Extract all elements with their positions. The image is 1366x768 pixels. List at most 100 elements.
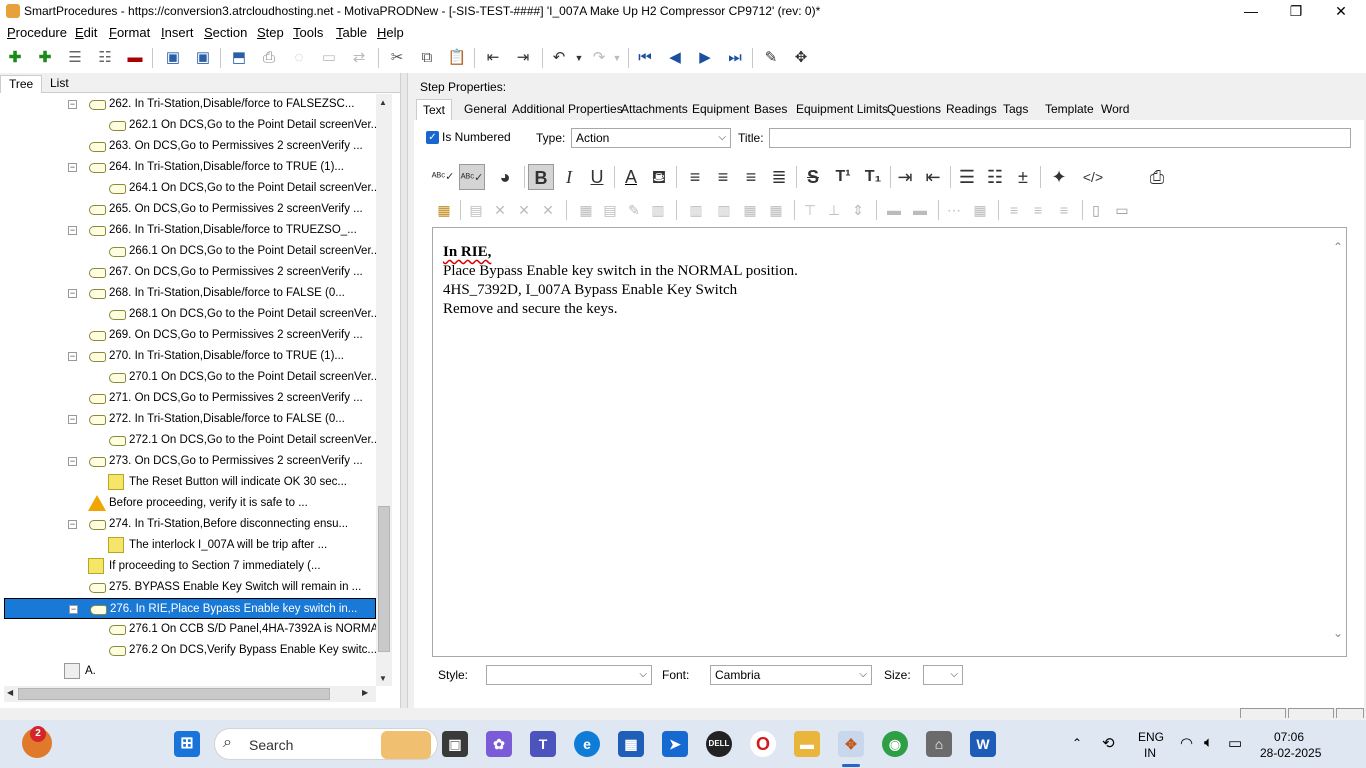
menu-section[interactable]: Section — [204, 25, 247, 40]
copy-icon[interactable]: ⧉ — [416, 47, 438, 69]
refresh-icon[interactable]: ◌ — [288, 47, 310, 69]
list-icon[interactable]: ☰ — [64, 47, 86, 69]
delete-icon[interactable]: ▬ — [124, 47, 146, 69]
auto-spellcheck-icon[interactable]: ᴬᴮᶜ✓ — [459, 164, 485, 190]
subscript-button[interactable]: T₁ — [860, 164, 886, 190]
strike-button[interactable]: S — [800, 164, 826, 190]
maximize-button[interactable]: ❐ — [1273, 0, 1319, 23]
close-button[interactable]: ✕ — [1318, 0, 1364, 23]
tab-template[interactable]: Template — [1039, 99, 1100, 120]
collapse-toggle-icon[interactable]: − — [68, 100, 77, 109]
html-source-button[interactable]: </> — [1080, 164, 1106, 190]
table-props-icon[interactable]: ▤ — [466, 200, 486, 220]
underline-button[interactable]: U — [584, 164, 610, 190]
tree-row[interactable]: 263. On DCS,Go to Permissives 2 screenVe… — [4, 136, 376, 157]
tree-row[interactable]: − 266. In Tri-Station,Disable/force to TR… — [4, 220, 376, 241]
tab-word[interactable]: Word — [1095, 99, 1135, 120]
tree-row[interactable]: A. — [4, 661, 376, 682]
outdent-icon[interactable]: ⇤ — [482, 47, 504, 69]
theme-icon[interactable]: ◕ — [492, 164, 518, 190]
title-input[interactable] — [769, 128, 1351, 148]
scroll-left-icon[interactable]: ◀ — [7, 688, 13, 697]
bold-button[interactable]: B — [528, 164, 554, 190]
collapse-toggle-icon[interactable]: − — [68, 289, 77, 298]
insert-col-left-icon[interactable]: ▥ — [686, 200, 706, 220]
indent-left-icon[interactable]: ⇤ — [920, 164, 946, 190]
indent-right-icon[interactable]: ⇥ — [892, 164, 918, 190]
edge-icon[interactable]: e — [574, 731, 600, 757]
region-code[interactable]: IN — [1144, 746, 1156, 760]
tree-row[interactable]: 276.2 On DCS,Verify Bypass Enable Key sw… — [4, 640, 376, 661]
scroll-right-icon[interactable]: ▶ — [362, 688, 368, 697]
cut-icon[interactable]: ✂ — [386, 47, 408, 69]
tab-text[interactable]: Text — [416, 99, 453, 120]
tree-row[interactable]: 265. On DCS,Go to Permissives 2 screenVe… — [4, 199, 376, 220]
is-numbered-checkbox[interactable]: ✓ — [426, 131, 439, 144]
task-view-icon[interactable]: ▣ — [442, 731, 468, 757]
add-step-icon[interactable]: ✚ — [4, 47, 26, 69]
magic-wand-icon[interactable]: ✦ — [1046, 164, 1072, 190]
file-explorer-icon[interactable]: ▬ — [794, 731, 820, 757]
store-icon[interactable]: ▦ — [618, 731, 644, 757]
print-icon[interactable]: ⎙ — [258, 47, 280, 69]
table-shade-icon[interactable]: ▬ — [910, 200, 930, 220]
tree-row[interactable]: 264.1 On DCS,Go to the Point Detail scre… — [4, 178, 376, 199]
menu-edit[interactable]: Edit — [75, 25, 97, 40]
menu-step[interactable]: Step — [257, 25, 284, 40]
tree-row[interactable]: − 264. In Tri-Station,Disable/force to TR… — [4, 157, 376, 178]
tab-list[interactable]: List — [42, 75, 77, 93]
align-left-icon[interactable]: ≡ — [682, 164, 708, 190]
print-preview-icon[interactable]: ⎙ — [1144, 164, 1170, 190]
collapse-toggle-icon[interactable]: − — [68, 415, 77, 424]
tab-general[interactable]: General — [458, 99, 513, 120]
tree-row-selected[interactable]: − 276. In RIE,Place Bypass Enable key swi… — [4, 598, 376, 619]
tree-row[interactable]: − 268. In Tri-Station,Disable/force to FA… — [4, 283, 376, 304]
paste-icon[interactable]: 📋 — [446, 47, 468, 69]
tab-questions[interactable]: Questions — [881, 99, 947, 120]
tab-additional-properties[interactable]: Additional Properties — [506, 99, 629, 120]
table-border-icon[interactable]: ▬ — [884, 200, 904, 220]
delete-col-icon[interactable]: ✕ — [538, 200, 558, 220]
delete-table-icon[interactable]: ✕ — [490, 200, 510, 220]
tree-row[interactable]: 271. On DCS,Go to Permissives 2 screenVe… — [4, 388, 376, 409]
language-code[interactable]: ENG — [1138, 730, 1164, 744]
valign-bottom-icon[interactable]: ≡ — [1054, 200, 1074, 220]
highlight-icon[interactable]: ⛾ — [646, 164, 672, 190]
cell-spacing-icon[interactable]: ⋯ — [944, 200, 964, 220]
tree-row[interactable]: − 273. On DCS,Go to Permissives 2 screenV… — [4, 451, 376, 472]
column-icon[interactable]: ▯ — [1086, 200, 1106, 220]
tab-readings[interactable]: Readings — [940, 99, 1003, 120]
teams-icon[interactable]: T — [530, 731, 556, 757]
align-center-icon[interactable]: ≡ — [710, 164, 736, 190]
chrome-icon[interactable]: ◉ — [882, 731, 908, 757]
size-select[interactable]: ⌵ — [923, 665, 963, 685]
tree-row[interactable]: − 270. In Tri-Station,Disable/force to TR… — [4, 346, 376, 367]
save-all-icon[interactable]: ▣ — [162, 47, 184, 69]
type-select[interactable]: Action ⌵ — [571, 128, 731, 148]
tree-row[interactable]: 262.1 On DCS,Go to the Point Detail scre… — [4, 115, 376, 136]
menu-format[interactable]: Format — [109, 25, 150, 40]
tree-vertical-scrollbar[interactable]: ▲ ▼ — [376, 94, 392, 686]
cell-icon[interactable]: ▦ — [576, 200, 596, 220]
tree-row[interactable]: 270.1 On DCS,Go to the Point Detail scre… — [4, 367, 376, 388]
cell-edit-icon[interactable]: ▤ — [600, 200, 620, 220]
menu-tools[interactable]: Tools — [293, 25, 323, 40]
tab-bases[interactable]: Bases — [748, 99, 793, 120]
copilot-icon[interactable]: ✿ — [486, 731, 512, 757]
spellcheck-icon[interactable]: ᴬᴮᶜ✓ — [430, 164, 456, 190]
add-substep-icon[interactable]: ✚ — [34, 47, 56, 69]
editor-scroll-up-icon[interactable]: ⌃ — [1333, 240, 1343, 255]
collapse-toggle-icon[interactable]: − — [69, 605, 78, 614]
battery-icon[interactable]: ▭ — [1228, 734, 1242, 752]
publish-icon[interactable]: ⬒ — [228, 47, 250, 69]
tree-row[interactable]: The interlock I_007A will be trip after … — [4, 535, 376, 556]
insert-table-icon[interactable]: ▦ — [434, 200, 454, 220]
next-step-icon[interactable]: ▶ — [694, 47, 716, 69]
last-step-icon[interactable]: ⏭ — [724, 47, 746, 69]
tree-row[interactable]: 275. BYPASS Enable Key Switch will remai… — [4, 577, 376, 598]
tree-row[interactable]: − 262. In Tri-Station,Disable/force to FA… — [4, 94, 376, 115]
italic-button[interactable]: I — [556, 164, 582, 190]
sync-icon[interactable]: ⇄ — [348, 47, 370, 69]
delete-row-icon[interactable]: ✕ — [514, 200, 534, 220]
split-cells-icon[interactable]: ▦ — [766, 200, 786, 220]
